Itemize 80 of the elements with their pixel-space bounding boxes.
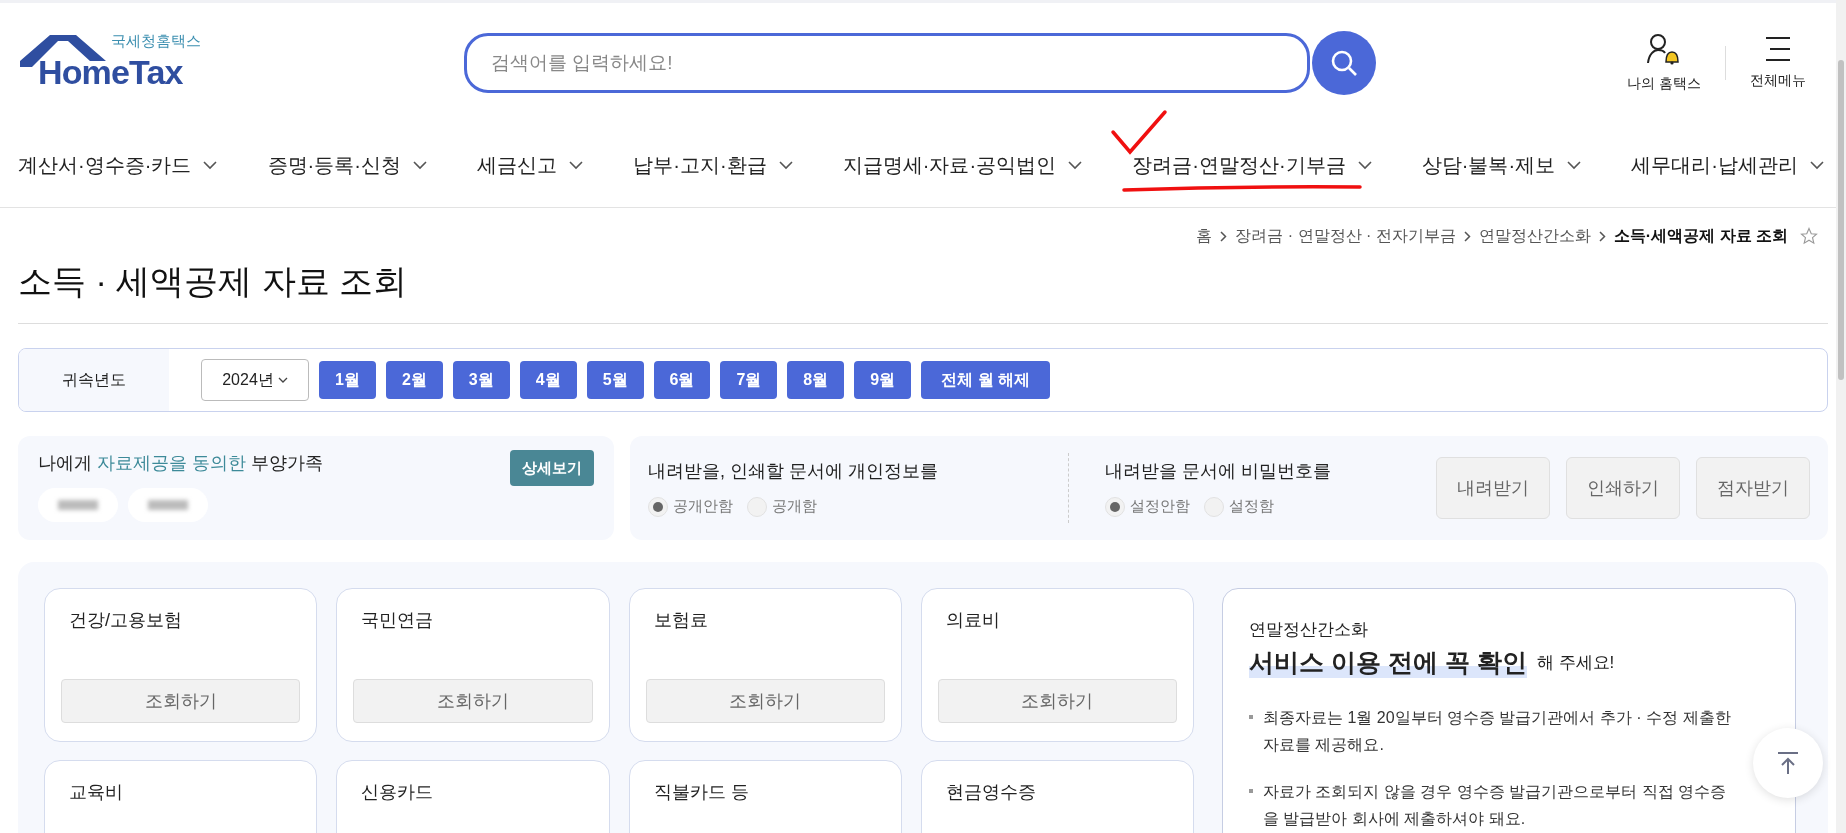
radio-button[interactable] (1105, 496, 1125, 517)
logo-text: HomeTax (38, 55, 183, 89)
document-action-button[interactable]: 내려받기 (1436, 457, 1550, 519)
category-name: 교육비 (68, 781, 124, 804)
nav-menu-item[interactable]: 세무대리·납세관리 (1631, 150, 1824, 180)
nav-menu-item[interactable]: 장려금·연말정산·기부금 (1132, 150, 1372, 180)
chevron-down-icon (1809, 160, 1824, 170)
radio-button[interactable] (747, 496, 767, 517)
radio-option[interactable]: 공개함 (747, 495, 817, 518)
radio-button[interactable] (1204, 496, 1224, 517)
month-button[interactable]: 5월 (586, 361, 644, 399)
chevron-down-icon (1068, 160, 1083, 170)
lookup-button[interactable]: 조회하기 (645, 679, 885, 723)
lookup-button[interactable]: 조회하기 (353, 679, 593, 723)
chevron-right-icon (1220, 230, 1228, 242)
chevron-down-icon (277, 377, 288, 383)
radio-option[interactable]: 설정함 (1204, 495, 1274, 518)
nav-menu-item[interactable]: 증명·등록·신청 (267, 150, 427, 180)
search-field[interactable]: 검색어를 입력하세요! (464, 33, 1310, 93)
notice-text: 최종자료는 1월 20일부터 영수증 발급기관에서 추가 · 수정 제출한 자료를 제공해요. (1263, 707, 1732, 755)
lookup-button[interactable]: 조회하기 (937, 679, 1177, 723)
category-name: 보험료 (652, 609, 709, 632)
breadcrumb-link[interactable]: 장려금 · 연말정산 · 전자기부금 (1235, 224, 1456, 248)
filter-label: 귀속년도 (62, 370, 126, 390)
category-name: 직불카드 등 (652, 781, 750, 804)
category-name: 건강/고용보험 (68, 609, 183, 632)
page-title: 소득 · 세액공제 자료 조회 (18, 261, 409, 302)
nav-menu-item[interactable]: 납부·고지·환급 (633, 150, 793, 180)
detail-button[interactable]: 상세보기 (510, 450, 594, 486)
hometax-logo[interactable]: 국세청홈택스 HomeTax (18, 31, 208, 95)
month-button[interactable]: 7월 (720, 361, 778, 399)
chevron-down-icon (412, 160, 427, 170)
option-title: 내려받을 문서에 비밀번호를 (1105, 460, 1332, 484)
document-action-button[interactable]: 인쇄하기 (1566, 457, 1680, 519)
star-icon[interactable] (1800, 227, 1818, 245)
menu-icon (1763, 35, 1793, 62)
dependents-title: 나에게 자료제공을 동의한 부양가족 (38, 452, 324, 475)
category-name: 신용카드 (360, 781, 435, 804)
search-icon (1330, 49, 1358, 77)
radio-option[interactable]: 공개안함 (648, 495, 733, 518)
chevron-down-icon (1357, 160, 1372, 170)
radio-button[interactable] (648, 496, 668, 517)
chevron-down-icon (569, 160, 584, 170)
month-button[interactable]: 2월 (385, 361, 443, 399)
nav-menu-item[interactable]: 세금신고 (477, 150, 584, 180)
my-hometax-button[interactable]: 나의 홈택스 (1627, 32, 1701, 94)
lookup-button[interactable]: 조회하기 (61, 679, 301, 723)
all-menu-button[interactable]: 전체메뉴 (1750, 35, 1806, 91)
option-title: 내려받을, 인쇄할 문서에 개인정보를 (648, 460, 939, 484)
breadcrumb-link[interactable]: 홈 (1196, 224, 1213, 248)
month-button[interactable]: 1월 (319, 361, 376, 399)
document-action-button[interactable]: 점자받기 (1696, 457, 1810, 519)
category-name: 현금영수증 (944, 781, 1037, 804)
notice-text: 자료가 조회되지 않을 경우 영수증 발급기관으로부터 직접 영수증을 발급받아 회사에 제출하셔야 돼요. (1263, 781, 1728, 829)
year-select[interactable]: 2024년 (201, 359, 309, 401)
month-button[interactable]: 3월 (452, 361, 510, 399)
notice-subtitle: 연말정산간소화 (1249, 619, 1369, 641)
month-button[interactable]: 9월 (854, 361, 912, 399)
month-button[interactable]: 6월 (653, 361, 711, 399)
chevron-down-icon (203, 160, 218, 170)
logo-caption: 국세청홈택스 (111, 33, 201, 48)
clear-months-button[interactable]: 전체 월 해제 (921, 361, 1051, 399)
chevron-down-icon (778, 160, 793, 170)
breadcrumb-link[interactable]: 연말정산간소화 (1478, 224, 1591, 248)
bullet-icon (1249, 788, 1253, 793)
category-name: 국민연금 (360, 609, 435, 632)
notice-headline-suffix: 해 주세요! (1536, 652, 1615, 675)
radio-option[interactable]: 설정안함 (1105, 495, 1190, 518)
breadcrumb-link[interactable]: 소득·세액공제 자료 조회 (1613, 224, 1788, 248)
bullet-icon (1249, 714, 1253, 719)
month-button[interactable]: 4월 (519, 361, 577, 399)
nav-menu-item[interactable]: 계산서·영수증·카드 (18, 150, 218, 180)
chevron-right-icon (1598, 230, 1606, 242)
nav-menu-item[interactable]: 지급명세·자료·공익법인 (842, 150, 1083, 180)
nav-menu-item[interactable]: 상담·불복·제보 (1421, 150, 1582, 180)
chevron-right-icon (1463, 230, 1471, 242)
chevron-down-icon (1567, 160, 1582, 170)
month-button[interactable]: 8월 (787, 361, 845, 399)
arrow-up-to-line-icon (1777, 751, 1799, 775)
category-name: 의료비 (944, 609, 1001, 632)
